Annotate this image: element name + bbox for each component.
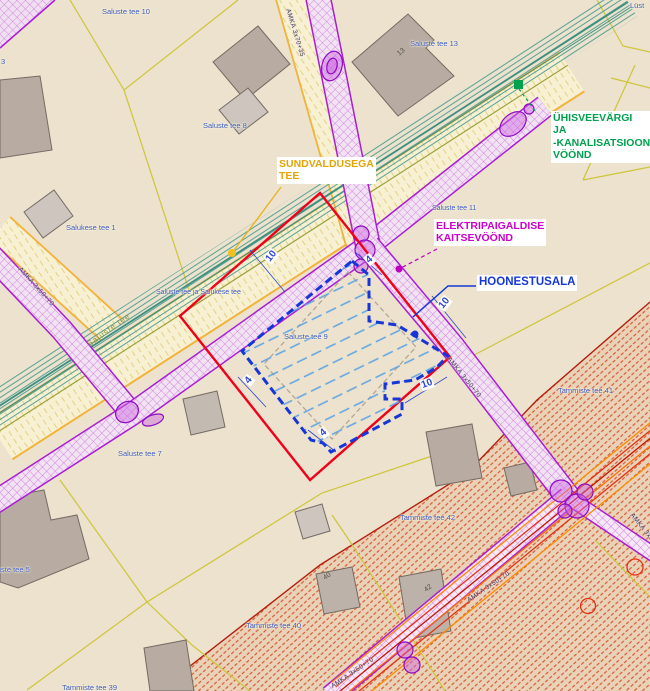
parcel-label-salukese-1: Salukese tee 1 xyxy=(66,224,116,232)
parcel-label-saluste-8: Saluste tee 8 xyxy=(203,122,247,130)
parcel-label-tammiste-41: Tammiste tee 41 xyxy=(558,387,613,395)
annotation-elektripaigaldise: ELEKTRIPAIGALDISE KAITSEVÖÖND xyxy=(434,219,546,246)
parcel-label-saluste-11: Saluste tee 11 xyxy=(432,205,476,213)
parcel-label-tammiste-40: Tammiste tee 40 xyxy=(246,622,301,630)
parcel-label-tammiste-42: Tammiste tee 42 xyxy=(400,514,455,522)
annotation-elektripaigaldise-line2: KAITSEVÖÖND xyxy=(436,232,544,244)
annotation-elektripaigaldise-line1: ELEKTRIPAIGALDISE xyxy=(436,220,544,232)
parcel-label-saluste-5: Saluste tee 5 xyxy=(0,566,30,574)
annotation-sundvaldusega-line2: TEE xyxy=(279,170,374,182)
annotation-sundvaldusega-line1: SUNDVALDUSEGA xyxy=(279,158,374,170)
annotation-yhisveevargi-line1: ÜHISVEEVÄRGI xyxy=(553,112,650,124)
annotation-yhisveevargi-line4: VÖÖND xyxy=(553,149,650,161)
parcel-label-saluste-salukese-road: Saluste tee ja Salukese tee xyxy=(156,289,241,297)
parcel-label-saluste-9: Saluste tee 9 xyxy=(284,333,328,341)
annotation-yhisveevargi-line3: -KANALISATSIOONI xyxy=(553,137,650,149)
parcel-label-tammiste-39: Tammiste tee 39 xyxy=(62,684,117,691)
annotation-sundvaldusega-tee: SUNDVALDUSEGA TEE xyxy=(277,157,376,184)
parcel-label-saluste-10: Saluste tee 10 xyxy=(102,8,150,16)
annotation-yhisveevargi: ÜHISVEEVÄRGI JA -KANALISATSIOONI VÖÖND xyxy=(551,111,650,163)
map-canvas: Saluste tee 10 Saluste tee 13 Saluste te… xyxy=(0,0,650,691)
annotation-yhisveevargi-line2: JA xyxy=(553,124,650,136)
parcel-label-saluste-7: Saluste tee 7 xyxy=(118,450,162,458)
map-graphics xyxy=(0,0,650,691)
annotation-hoonestusala: HOONESTUSALA xyxy=(477,275,577,291)
parcel-label-lyst: Lüst xyxy=(630,2,644,10)
parcel-label-saluste-13: Saluste tee 13 xyxy=(410,40,458,48)
parcel-label-3: 3 xyxy=(1,58,5,66)
